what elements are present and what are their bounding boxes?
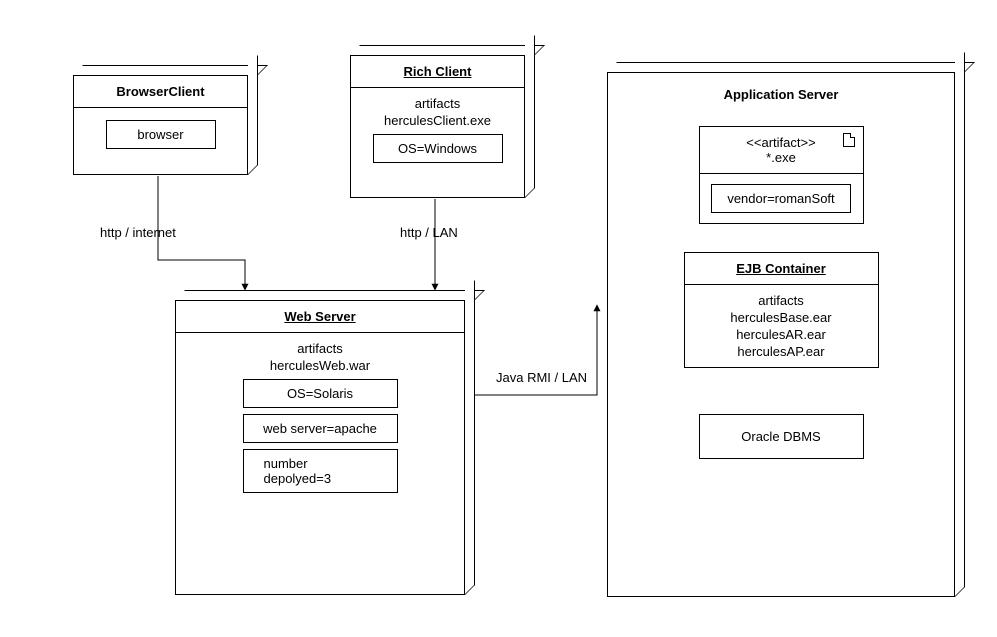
artifact-note-box: <<artifact>> *.exe vendor=romanSoft bbox=[699, 126, 864, 224]
rich-client-title: Rich Client bbox=[404, 64, 472, 79]
label-java-rmi: Java RMI / LAN bbox=[496, 370, 587, 385]
web-server-os-tag: OS=Solaris bbox=[243, 379, 398, 408]
browser-inner-box: browser bbox=[106, 120, 216, 149]
artifact-name: *.exe bbox=[704, 150, 859, 165]
web-server-artifacts-label: artifacts bbox=[184, 341, 456, 356]
oracle-dbms-box: Oracle DBMS bbox=[699, 414, 864, 459]
document-icon bbox=[843, 133, 855, 147]
node-web-server: Web Server artifacts herculesWeb.war OS=… bbox=[175, 300, 465, 595]
web-server-apache-tag: web server=apache bbox=[243, 414, 398, 443]
label-http-lan: http / LAN bbox=[400, 225, 458, 240]
web-server-number-line1: number bbox=[264, 456, 389, 471]
rich-client-os-tag: OS=Windows bbox=[373, 134, 503, 163]
web-server-artifact: herculesWeb.war bbox=[184, 358, 456, 373]
rich-client-artifact: herculesClient.exe bbox=[359, 113, 516, 128]
artifact-stereo: <<artifact>> bbox=[704, 135, 859, 150]
browser-client-title: BrowserClient bbox=[116, 84, 204, 99]
ejb-container: EJB Container artifacts herculesBase.ear… bbox=[684, 252, 879, 368]
ejb-a1: herculesBase.ear bbox=[693, 310, 870, 325]
web-server-title: Web Server bbox=[284, 309, 355, 324]
artifact-vendor-tag: vendor=romanSoft bbox=[711, 184, 851, 213]
label-http-internet: http / internet bbox=[100, 225, 176, 240]
node-app-server: Application Server <<artifact>> *.exe ve… bbox=[607, 72, 955, 597]
node-browser-client: BrowserClient browser bbox=[73, 75, 248, 175]
app-server-title: Application Server bbox=[608, 73, 954, 106]
web-server-number-tag: number depolyed=3 bbox=[243, 449, 398, 493]
ejb-a2: herculesAR.ear bbox=[693, 327, 870, 342]
ejb-title: EJB Container bbox=[736, 261, 826, 276]
node-rich-client: Rich Client artifacts herculesClient.exe… bbox=[350, 55, 525, 198]
ejb-a3: herculesAP.ear bbox=[693, 344, 870, 359]
ejb-artifacts-label: artifacts bbox=[693, 293, 870, 308]
rich-client-artifacts-label: artifacts bbox=[359, 96, 516, 111]
web-server-number-line2: depolyed=3 bbox=[264, 471, 389, 486]
